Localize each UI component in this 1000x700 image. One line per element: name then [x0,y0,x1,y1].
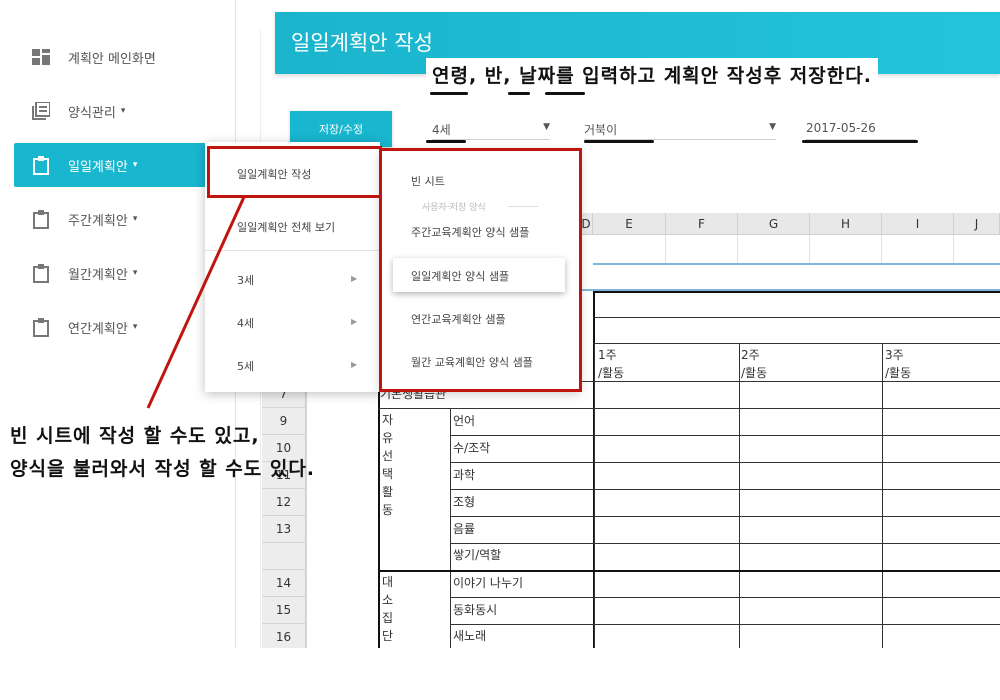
row-header[interactable]: 15 [262,597,306,624]
annotation-line: 양식을 불러와서 작성 할 수도 있다. [10,458,316,480]
annotation-box [379,148,582,392]
clipboard-icon [32,317,50,337]
table-border [450,462,1000,463]
clipboard-icon [32,263,50,283]
row-label-group: 대소집단 [382,575,394,643]
sidebar-item-label: 양식관리 [68,105,116,121]
annotation-arrow-line [146,196,246,409]
chevron-right-icon: ▶ [351,317,358,326]
chevron-down-icon: ▾ [120,106,126,116]
activity-cell: 언어 [453,414,476,428]
annotation-underline [426,140,466,143]
column-header[interactable]: I [882,213,954,235]
row-header[interactable]: 12 [262,489,306,516]
table-border [378,408,1000,409]
sidebar-item-daily-plan[interactable]: 일일계획안 ▾ [14,143,206,187]
sidebar-item-forms[interactable]: 양식관리 ▾ [14,89,206,133]
table-border [593,343,1000,344]
clipboard-icon [32,209,50,229]
grid-line [953,235,954,263]
activity-cell: 새노래 [453,629,487,643]
annotation-bottom: 빈 시트에 작성 할 수도 있고, 양식을 불러와서 작성 할 수도 있다. [10,420,315,486]
table-border [450,543,1000,544]
table-border [739,343,740,648]
column-header[interactable]: H [810,213,882,235]
page-title: 일일계획안 작성 [291,31,433,55]
week-header: 2주 [741,348,760,362]
annotation-underline [508,92,530,95]
grid-line [665,235,666,263]
week-header-sub: /활동 [741,366,768,380]
column-header[interactable]: F [666,213,738,235]
sidebar-item-label: 일일계획안 [68,159,128,175]
table-border [593,291,1000,293]
column-header[interactable]: G [738,213,810,235]
chevron-right-icon: ▶ [351,360,358,369]
annotation-underline [430,92,468,95]
activity-cell: 수/조작 [453,441,491,455]
table-border [450,516,1000,517]
annotation-underline [802,140,918,143]
activity-cell: 음률 [453,522,476,536]
chevron-right-icon: ▶ [351,274,358,283]
table-border [594,343,595,648]
activity-cell: 과학 [453,468,476,482]
grid-line [737,235,738,263]
sidebar-item-label: 월간계획안 [68,267,128,283]
dropdown-arrow-icon: ▼ [769,122,776,132]
annotation-box [207,146,382,198]
sidebar-item-main[interactable]: 계획안 메인화면 [14,35,206,79]
table-border [450,489,1000,490]
activity-cell: 이야기 나누기 [453,576,524,590]
selection-line [593,263,1000,265]
age-select[interactable]: 4세 ▼ [432,118,550,140]
sidebar-item-label: 계획안 메인화면 [68,51,156,67]
app-root: 계획안 메인화면 양식관리 ▾ 일일계획안 ▾ 주간계획안 ▾ 월간계획안 ▾ … [0,0,1000,700]
annotation-underline [584,140,654,143]
row-header[interactable]: 13 [262,516,306,543]
annotation-underline [545,92,585,95]
column-header[interactable]: J [954,213,1000,235]
week-header: 1주 [598,348,617,362]
dashboard-icon [32,48,50,66]
table-border [378,570,1000,572]
row-header[interactable] [262,543,306,570]
row-header[interactable]: 16 [262,624,306,648]
activity-cell: 쌓기/역할 [453,548,502,562]
forms-icon [32,102,50,120]
week-header: 3주 [885,348,904,362]
annotation-top: 연령, 반, 날짜를 입력하고 계획안 작성후 저장한다. [426,58,878,91]
chevron-down-icon: ▾ [132,268,138,278]
table-border [450,624,1000,625]
menu-item-view-all-daily[interactable]: 일일계획안 전체 보기 [237,219,335,235]
table-border [593,317,1000,318]
activity-cell: 동화동시 [453,603,498,617]
week-header-sub: /활동 [598,366,625,380]
dropdown-arrow-icon: ▼ [543,122,550,132]
sidebar-item-label: 연간계획안 [68,321,128,337]
table-border [378,381,380,648]
date-field[interactable]: 2017-05-26 [806,118,916,140]
column-header[interactable]: E [593,213,666,235]
table-border [450,597,1000,598]
row-header[interactable]: 14 [262,570,306,597]
row-label-free-choice: 자유선택활동 [382,413,394,517]
chevron-down-icon: ▾ [132,322,138,332]
activity-cell: 조형 [453,495,476,509]
chevron-down-icon: ▾ [132,214,138,224]
table-border [882,343,883,648]
table-border [450,435,1000,436]
annotation-line: 빈 시트에 작성 할 수도 있고, [10,425,260,447]
week-header-sub: /활동 [885,366,912,380]
table-border [450,408,451,648]
grid-line [881,235,882,263]
sidebar-item-label: 주간계획안 [68,213,128,229]
grid-line [809,235,810,263]
clipboard-icon [32,155,50,175]
chevron-down-icon: ▾ [132,160,138,170]
class-select[interactable]: 거북이 ▼ [584,118,776,140]
